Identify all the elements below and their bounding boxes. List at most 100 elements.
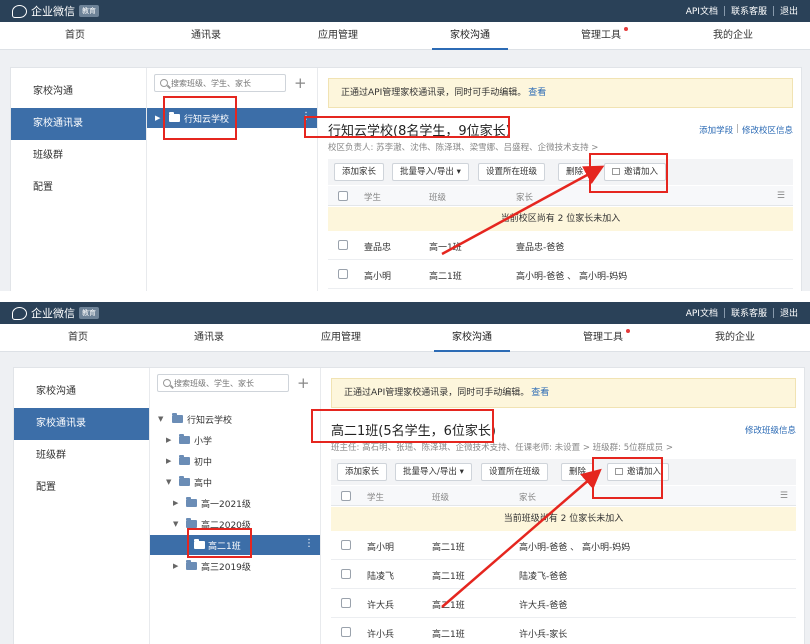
wecom-logo-icon (12, 306, 27, 320)
add-parent-button[interactable]: 添加家长 (334, 163, 385, 181)
logo: 企业微信 教育 (12, 305, 99, 321)
api-notice: 正通过API管理家校通讯录，同时可手动编辑。 查看 (328, 78, 793, 108)
nav-app-management[interactable]: 应用管理 (300, 22, 376, 50)
table-row[interactable]: 高小明 高二1班 高小明-爸爸 、 高小明-妈妈 (328, 260, 793, 289)
campus-managers[interactable]: 校区负责人: 苏李澈、沈伟、陈泽琪、梁雪娜、吕盛程、企微技术支持 > (328, 141, 598, 153)
edu-badge: 教育 (79, 307, 99, 319)
cell-parent: 壹品忠-爸爸 (516, 243, 565, 253)
expand-arrow-icon[interactable]: ▶ (166, 457, 171, 465)
add-icon[interactable]: + (294, 76, 307, 91)
top-bar: 企业微信 教育 API文档 联系客服 退出 (0, 302, 810, 324)
tree-node-grade-2019[interactable]: ▶ 高三2019级 (150, 556, 320, 576)
collapse-arrow-icon[interactable]: ▼ (173, 520, 178, 528)
menu-class-groups[interactable]: 班级群 (11, 140, 146, 172)
collapse-arrow-icon[interactable]: ▼ (158, 415, 163, 423)
select-all-checkbox[interactable] (341, 491, 351, 501)
add-stage-link[interactable]: 添加学段 (699, 124, 733, 136)
tree-node-senior-high[interactable]: ▼ 高中 (150, 472, 320, 492)
nav-my-company[interactable]: 我的企业 (697, 324, 773, 352)
cell-student: 陆凌飞 (367, 572, 395, 582)
nav-home-school[interactable]: 家校沟通 (432, 22, 508, 50)
cell-class: 高二1班 (432, 572, 465, 582)
row-checkbox[interactable] (338, 240, 348, 250)
logo-text: 企业微信 (31, 5, 75, 18)
column-settings-icon[interactable]: ☰ (780, 491, 788, 501)
collapse-arrow-icon[interactable]: ▼ (166, 478, 171, 486)
menu-home-school-contacts[interactable]: 家校通讯录 (11, 108, 146, 140)
search-input[interactable] (171, 76, 281, 90)
menu-config[interactable]: 配置 (14, 472, 149, 504)
column-class: 班级 (432, 493, 450, 503)
search-box[interactable] (154, 74, 286, 92)
tree-node-label: 高中 (194, 479, 213, 489)
edit-class-link[interactable]: 修改班级信息 (745, 424, 796, 436)
api-docs-link[interactable]: API文档 (680, 4, 724, 17)
table-row[interactable]: 陆凌飞 高二1班 陆凌飞-爸爸 (331, 560, 796, 589)
nav-home[interactable]: 首页 (37, 22, 113, 50)
tree-node-primary[interactable]: ▶ 小学 (150, 430, 320, 450)
row-checkbox[interactable] (341, 540, 351, 550)
row-checkbox[interactable] (341, 569, 351, 579)
add-icon[interactable]: + (297, 376, 310, 391)
table-row[interactable]: 许大兵 高二1班 许大兵-爸爸 (331, 589, 796, 618)
nav-contacts[interactable]: 通讯录 (171, 324, 247, 352)
row-checkbox[interactable] (338, 269, 348, 279)
nav-app-management[interactable]: 应用管理 (303, 324, 379, 352)
expand-arrow-icon[interactable]: ▶ (173, 499, 178, 507)
menu-home-school[interactable]: 家校沟通 (14, 376, 149, 408)
menu-config[interactable]: 配置 (11, 172, 146, 204)
notification-dot (626, 329, 630, 333)
folder-icon (179, 434, 190, 444)
tree-node-school[interactable]: ▼ 行知云学校 (150, 409, 320, 429)
top-links: API文档 联系客服 退出 (680, 4, 804, 17)
annotation-box-tree (187, 528, 252, 558)
search-box[interactable] (157, 374, 289, 392)
expand-arrow-icon[interactable]: ▶ (155, 114, 160, 122)
annotation-box-title (304, 116, 510, 138)
menu-home-school[interactable]: 家校沟通 (11, 76, 146, 108)
notice-view-link[interactable]: 查看 (531, 388, 549, 398)
tree-node-junior-high[interactable]: ▶ 初中 (150, 451, 320, 471)
contact-support-link[interactable]: 联系客服 (725, 306, 773, 319)
tree-node-label: 高三2019级 (201, 563, 251, 573)
nav-my-company[interactable]: 我的企业 (695, 22, 771, 50)
nav-tools[interactable]: 管理工具 (563, 22, 639, 50)
menu-home-school-contacts[interactable]: 家校通讯录 (14, 408, 149, 440)
api-docs-link[interactable]: API文档 (680, 306, 724, 319)
row-checkbox[interactable] (341, 598, 351, 608)
toolbar: 添加家长 批量导入/导出 ▾ 设置所在班级 删除 邀请加入 (331, 459, 796, 485)
expand-arrow-icon[interactable]: ▶ (166, 436, 171, 444)
bulk-import-export-button[interactable]: 批量导入/导出 ▾ (392, 163, 469, 181)
nav-contacts[interactable]: 通讯录 (168, 22, 244, 50)
main-content: 正通过API管理家校通讯录，同时可手动编辑。 查看 行知云学校(8名学生，9位家长… (318, 68, 801, 291)
nav-home[interactable]: 首页 (40, 324, 116, 352)
row-checkbox[interactable] (341, 627, 351, 637)
nav-tools[interactable]: 管理工具 (565, 324, 641, 352)
column-settings-icon[interactable]: ☰ (777, 191, 785, 201)
folder-icon (179, 476, 190, 486)
more-options-icon[interactable]: ⋮ (304, 538, 314, 549)
folder-icon (186, 497, 197, 507)
menu-class-groups[interactable]: 班级群 (14, 440, 149, 472)
edit-campus-link[interactable]: 修改校区信息 (742, 124, 793, 136)
table-row[interactable]: 壹品忠 高一1班 壹品忠-爸爸 (328, 231, 793, 260)
logout-link[interactable]: 退出 (774, 4, 804, 17)
logout-link[interactable]: 退出 (774, 306, 804, 319)
select-all-checkbox[interactable] (338, 191, 348, 201)
tree-node-grade-2021[interactable]: ▶ 高一2021级 (150, 493, 320, 513)
expand-arrow-icon[interactable]: ▶ (173, 562, 178, 570)
cell-parent: 许小兵-家长 (519, 630, 568, 640)
set-class-button[interactable]: 设置所在班级 (481, 463, 549, 481)
contact-support-link[interactable]: 联系客服 (725, 4, 773, 17)
search-input[interactable] (174, 376, 284, 390)
delete-button[interactable]: 删除 (558, 163, 592, 181)
set-class-button[interactable]: 设置所在班级 (478, 163, 546, 181)
table-row[interactable]: 高小明 高二1班 高小明-爸爸 、 高小明-妈妈 (331, 531, 796, 560)
class-actions: 修改班级信息 (745, 424, 796, 436)
add-parent-button[interactable]: 添加家长 (337, 463, 388, 481)
table-row[interactable]: 许小兵 高二1班 许小兵-家长 (331, 618, 796, 644)
notice-view-link[interactable]: 查看 (528, 88, 546, 98)
delete-button[interactable]: 删除 (561, 463, 595, 481)
bulk-import-export-button[interactable]: 批量导入/导出 ▾ (395, 463, 472, 481)
nav-home-school[interactable]: 家校沟通 (434, 324, 510, 352)
